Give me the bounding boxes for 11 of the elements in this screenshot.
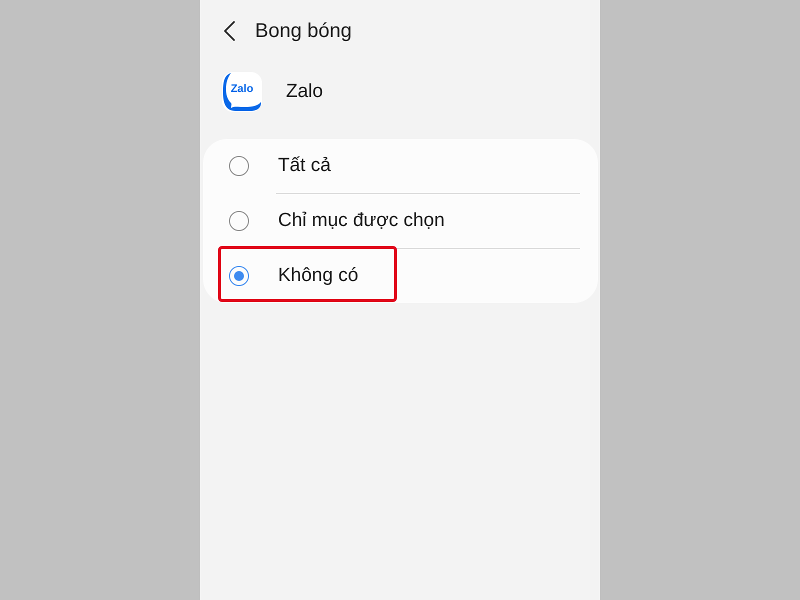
- back-button[interactable]: [222, 20, 238, 42]
- option-label[interactable]: Chỉ mục được chọn: [278, 210, 445, 232]
- option-label[interactable]: Không có: [278, 265, 358, 287]
- radio-button[interactable]: [229, 211, 249, 231]
- page-title: Bong bóng: [255, 20, 352, 42]
- back-chevron-icon: [222, 20, 238, 42]
- radio-button[interactable]: [229, 266, 249, 286]
- app-name: Zalo: [286, 81, 323, 103]
- radio-button[interactable]: [229, 156, 249, 176]
- app-logo: Zalo: [222, 72, 262, 112]
- option-label[interactable]: Tất cả: [278, 155, 331, 177]
